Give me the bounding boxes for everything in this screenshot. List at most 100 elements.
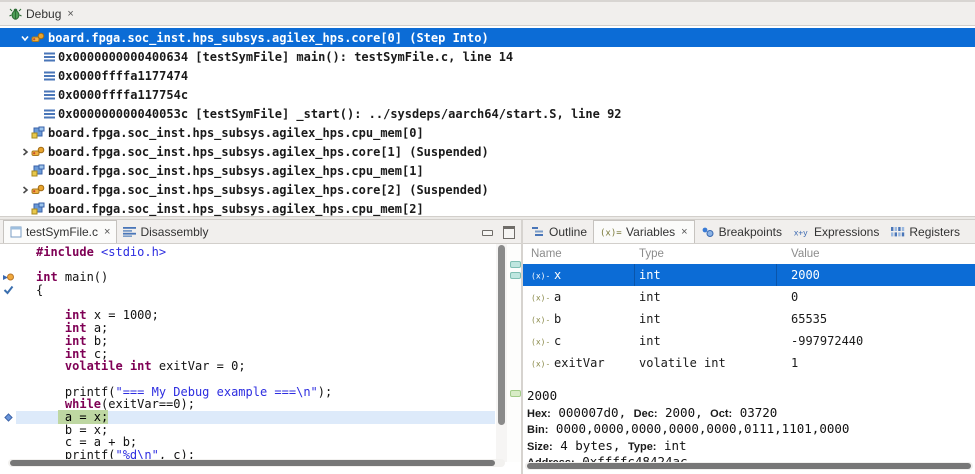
column-header-name[interactable]: Name [523, 248, 635, 260]
gutter-cell[interactable] [0, 373, 16, 386]
editor-horizontal-scrollbar[interactable] [8, 459, 505, 467]
debug-tree-row[interactable]: board.fpga.soc_inst.hps_subsys.agilex_hp… [0, 123, 975, 142]
annotation-mark[interactable] [510, 390, 521, 397]
maximize-icon[interactable] [503, 226, 515, 239]
debug-tree-row[interactable]: board.fpga.soc_inst.hps_subsys.agilex_hp… [0, 199, 975, 216]
minimize-icon[interactable] [482, 230, 493, 236]
code-text: volatile int exitVar = 0; [16, 360, 495, 373]
variable-name-cell: (x)-exitVar [523, 352, 635, 374]
gutter-cell[interactable] [0, 360, 16, 373]
c-file-icon [10, 226, 22, 238]
svg-text:(x)-: (x)- [531, 338, 549, 347]
close-icon[interactable]: × [104, 226, 110, 238]
variable-value-cell[interactable]: 2000 [777, 264, 975, 286]
code-text: int main() [16, 271, 495, 284]
editor-tab-disassembly[interactable]: Disassembly [117, 220, 214, 243]
chevron-right-icon[interactable] [18, 147, 31, 157]
right-tab-variables[interactable]: (x)=Variables× [593, 220, 695, 243]
gutter-cell[interactable] [0, 246, 16, 259]
tab-label: Outline [549, 225, 587, 239]
tree-row-label: 0x0000ffffa1177474 [58, 69, 188, 83]
tree-row-label: 0x000000000040053c [testSymFile] _start(… [58, 107, 622, 121]
code-line[interactable]: #include <stdio.h> [0, 246, 495, 259]
code-line[interactable]: volatile int exitVar = 0; [0, 360, 495, 373]
svg-text:(x)-: (x)- [531, 294, 549, 303]
variable-value-cell[interactable]: 65535 [777, 308, 975, 330]
debug-tab-debug[interactable]: Debug × [3, 2, 80, 25]
variable-type-cell: int [635, 286, 777, 308]
debug-tree-row[interactable]: board.fpga.soc_inst.hps_subsys.agilex_hp… [0, 142, 975, 161]
tree-row-label: board.fpga.soc_inst.hps_subsys.agilex_hp… [48, 183, 489, 197]
svg-text:(x)-: (x)- [531, 316, 549, 325]
code-area[interactable]: #include <stdio.h>int main(){ int x = 10… [0, 246, 495, 462]
close-icon[interactable]: × [67, 8, 73, 20]
breakpoints-icon [701, 226, 715, 238]
stack-frame-row[interactable]: 0x000000000040053c [testSymFile] _start(… [0, 104, 975, 123]
tab-label: Debug [26, 7, 61, 21]
column-header-type[interactable]: Type [635, 248, 777, 260]
annotation-mark[interactable] [510, 272, 521, 279]
gutter-cell[interactable] [0, 335, 16, 348]
code-line[interactable]: int main() [0, 271, 495, 284]
gutter-cell[interactable] [0, 259, 16, 272]
scrollbar-thumb[interactable] [10, 460, 495, 466]
scrollbar-thumb[interactable] [498, 245, 505, 425]
main-marker-icon[interactable] [0, 271, 16, 284]
gutter-cell[interactable] [0, 348, 16, 361]
editor-window-buttons [482, 226, 515, 239]
stack-frame-icon [44, 108, 55, 119]
code-text: #include <stdio.h> [16, 246, 495, 259]
gutter-cell[interactable] [0, 386, 16, 399]
variable-value-cell[interactable]: 0 [777, 286, 975, 308]
editor-panel: testSymFile.c×Disassembly #include <stdi… [0, 220, 521, 474]
close-icon[interactable]: × [681, 226, 687, 238]
variable-row-a[interactable]: (x)-aint0 [523, 286, 975, 308]
variable-type-cell: int [635, 308, 777, 330]
variables-view-panel: Outline(x)=Variables×Breakpointsx+yExpre… [523, 220, 975, 474]
debug-view-panel: Debug × board.fpga.soc_inst.hps_subsys.ag… [0, 2, 975, 216]
chevron-down-icon[interactable] [18, 33, 31, 43]
debug-tree-row[interactable]: board.fpga.soc_inst.hps_subsys.agilex_hp… [0, 28, 975, 47]
right-tab-expressions[interactable]: x+yExpressions [788, 220, 885, 243]
tree-row-label: board.fpga.soc_inst.hps_subsys.agilex_hp… [48, 31, 489, 45]
variables-horizontal-scrollbar[interactable] [525, 462, 973, 470]
gutter-cell[interactable] [0, 309, 16, 322]
gutter-cell[interactable] [0, 322, 16, 335]
tab-label: Variables [626, 225, 675, 239]
code-line[interactable]: { [0, 284, 495, 297]
variable-name-cell: (x)-a [523, 286, 635, 308]
chevron-right-icon[interactable] [18, 185, 31, 195]
editor-tab-testsymfile-c[interactable]: testSymFile.c× [3, 220, 117, 243]
editor-vertical-scrollbar[interactable] [496, 244, 507, 462]
disassembly-icon [123, 226, 136, 237]
variable-icon: (x)- [531, 336, 549, 346]
right-tab-registers[interactable]: Registers [885, 220, 966, 243]
stack-frame-row[interactable]: 0x0000ffffa117754c [0, 85, 975, 104]
variable-value-cell[interactable]: -997972440 [777, 330, 975, 352]
gutter-cell[interactable] [0, 424, 16, 437]
debug-tree-row[interactable]: board.fpga.soc_inst.hps_subsys.agilex_hp… [0, 161, 975, 180]
variable-row-x[interactable]: (x)-xint2000 [523, 264, 975, 286]
stack-frame-row[interactable]: 0x0000000000400634 [testSymFile] main():… [0, 47, 975, 66]
right-tab-breakpoints[interactable]: Breakpoints [695, 220, 788, 243]
variables-table-body: (x)-xint2000(x)-aint0(x)-bint65535(x)-ci… [523, 264, 975, 374]
right-tab-outline[interactable]: Outline [526, 220, 593, 243]
check-icon[interactable] [0, 284, 16, 297]
annotation-mark[interactable] [510, 261, 521, 268]
scrollbar-thumb[interactable] [527, 463, 971, 469]
tree-row-label: board.fpga.soc_inst.hps_subsys.agilex_hp… [48, 202, 424, 216]
gutter-cell[interactable] [0, 436, 16, 449]
variable-value-cell[interactable]: 1 [777, 352, 975, 374]
variable-row-b[interactable]: (x)-bint65535 [523, 308, 975, 330]
stack-frame-row[interactable]: 0x0000ffffa1177474 [0, 66, 975, 85]
tab-label: Registers [909, 225, 960, 239]
tab-label: Expressions [814, 225, 879, 239]
stack-frame-icon [44, 70, 55, 81]
pc-pointer-icon[interactable] [0, 411, 16, 424]
gutter-cell[interactable] [0, 297, 16, 310]
variable-row-exitVar[interactable]: (x)-exitVarvolatile int1 [523, 352, 975, 374]
debug-tree-row[interactable]: board.fpga.soc_inst.hps_subsys.agilex_hp… [0, 180, 975, 199]
variable-row-c[interactable]: (x)-cint-997972440 [523, 330, 975, 352]
gutter-cell[interactable] [0, 398, 16, 411]
column-header-value[interactable]: Value [777, 248, 975, 260]
